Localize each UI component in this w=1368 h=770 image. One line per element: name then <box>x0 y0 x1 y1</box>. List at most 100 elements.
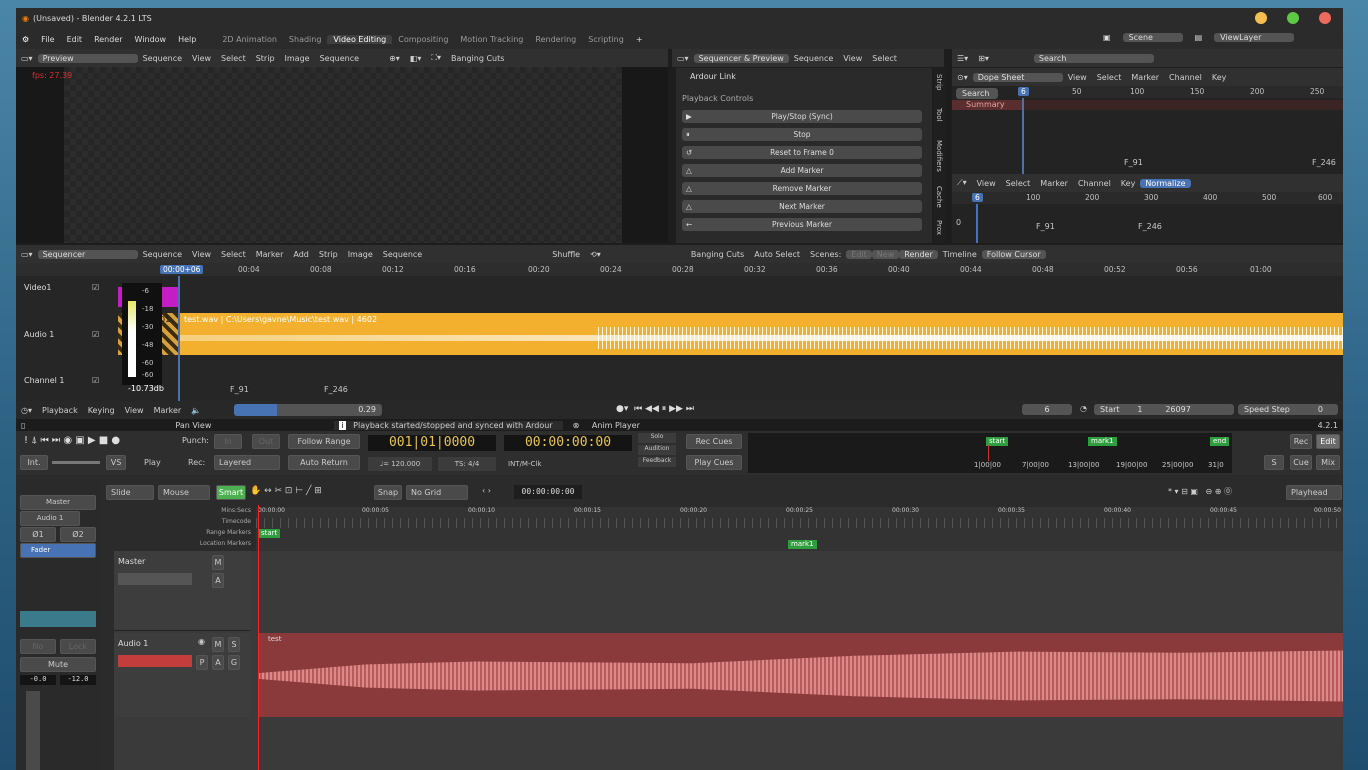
channel-checkbox-icon[interactable]: ☑ <box>92 283 99 292</box>
preview-menu-image[interactable]: Image <box>280 54 315 63</box>
tab-rendering[interactable]: Rendering <box>529 35 582 44</box>
overlay-icon[interactable]: ◧▾ <box>405 54 427 63</box>
tab-video-editing[interactable]: Video Editing <box>327 34 393 44</box>
audio1-g-button[interactable]: G <box>228 655 240 670</box>
outliner-icon[interactable]: ☰▾ <box>952 54 973 63</box>
play-stop-sync-button[interactable]: ▶ Play/Stop (Sync) <box>682 110 922 123</box>
mini-marker-start[interactable]: start <box>986 437 1009 446</box>
menu-help[interactable]: Help <box>172 35 202 44</box>
volume-slider[interactable]: 0.29 <box>234 404 382 416</box>
pivot-icon[interactable]: ⊕▾ <box>384 54 405 63</box>
add-workspace-icon[interactable]: + <box>630 35 649 44</box>
nudge-clock[interactable]: 00:00:00:00 <box>514 485 582 499</box>
graph-menu-view[interactable]: View <box>972 179 1001 188</box>
strip-name-master[interactable]: Master <box>20 495 96 510</box>
editor-type-icon-3[interactable]: ▭▾ <box>16 250 38 259</box>
preview-menu-select[interactable]: Select <box>216 54 251 63</box>
audio1-a-button[interactable]: A <box>212 655 224 670</box>
seq-menu-strip[interactable]: Strip <box>314 250 343 259</box>
mini-marker-mark1[interactable]: mark1 <box>1088 437 1117 446</box>
seq-menu-view[interactable]: View <box>187 250 216 259</box>
speed-step[interactable]: Speed Step 0 <box>1238 404 1338 415</box>
stopwatch-icon[interactable]: ◔ <box>1080 404 1087 413</box>
tab-shading[interactable]: Shading <box>283 35 328 44</box>
int-button[interactable]: Int. <box>20 455 48 470</box>
seq-menu-sequence[interactable]: Sequence <box>378 250 427 259</box>
feedback-indicator[interactable]: Feedback <box>638 457 676 467</box>
nudge-arrows[interactable]: ‹ › <box>482 486 491 495</box>
vs-button[interactable]: VS <box>106 455 126 470</box>
master-fader[interactable] <box>118 573 192 585</box>
new-button[interactable]: New <box>871 249 900 259</box>
tab-prox[interactable]: Prox <box>935 220 943 235</box>
seq-menu-marker[interactable]: Marker <box>251 250 289 259</box>
ardour-link-title[interactable]: Ardour Link <box>690 72 736 81</box>
rec-page-button[interactable]: Rec <box>1290 434 1312 449</box>
dopesheet-menu-view[interactable]: View <box>1063 73 1092 82</box>
dopesheet-summary-row[interactable]: Summary <box>952 100 1022 110</box>
punch-out-button[interactable]: Out <box>252 434 280 449</box>
smart-mode-button[interactable]: Smart <box>216 485 246 500</box>
close-icon[interactable] <box>1319 12 1331 24</box>
audio-strip[interactable]: test.wav | C:\Users\gavne\Music\test.wav… <box>178 313 1343 355</box>
tab-strip[interactable]: Strip <box>935 74 943 90</box>
marker-menu[interactable]: Marker <box>149 406 187 415</box>
tab-2d-animation[interactable]: 2D Animation <box>216 35 283 44</box>
graph-menu-select[interactable]: Select <box>1001 179 1036 188</box>
follow-cursor-button[interactable]: Follow Cursor <box>981 249 1046 259</box>
seq-marker-f246[interactable]: F_246 <box>324 385 348 394</box>
seq-menu-image[interactable]: Image <box>343 250 378 259</box>
dopesheet-search[interactable]: Search <box>956 88 998 99</box>
edit-page-button[interactable]: Edit <box>1316 434 1340 449</box>
master-track-header[interactable]: Master M A <box>114 551 250 631</box>
editor-type-icon[interactable]: ▭▾ <box>16 54 38 63</box>
auto-return-button[interactable]: Auto Return <box>288 455 360 470</box>
tab-cache[interactable]: Cache <box>935 186 943 208</box>
menu-render[interactable]: Render <box>88 35 128 44</box>
fader-processor[interactable]: Fader <box>20 543 96 558</box>
snap-button[interactable]: Snap <box>374 485 402 500</box>
master-a-button[interactable]: A <box>212 573 224 588</box>
audio1-track-name[interactable]: Audio 1 <box>118 639 148 648</box>
edit-mode-select[interactable]: Slide <box>106 485 154 500</box>
seq-marker-f91[interactable]: F_91 <box>230 385 249 394</box>
graph-marker-f246[interactable]: F_246 <box>1138 222 1162 231</box>
transport-icons[interactable]: ! ⍋ ⏮ ⏭ ◉ ▣ ▶ ■ ● <box>24 435 120 446</box>
outliner-display-icon[interactable]: ⊞▾ <box>973 54 994 63</box>
graph-marker-f91[interactable]: F_91 <box>1036 222 1055 231</box>
cue-page-button[interactable]: Cue <box>1290 455 1312 470</box>
dopesheet-marker-f246[interactable]: F_246 <box>1312 158 1336 167</box>
graph-menu-key[interactable]: Key <box>1116 179 1141 188</box>
input-button-2[interactable]: Ø2 <box>60 527 96 542</box>
ripple-mode-select[interactable]: Mouse <box>158 485 210 500</box>
pan-knob[interactable] <box>20 611 96 627</box>
s-button[interactable]: S <box>1264 455 1284 470</box>
audio1-track-header[interactable]: Audio 1 ◉ M S P A G <box>114 633 250 717</box>
channel-video1[interactable]: Video1 <box>24 283 52 292</box>
rec-cues-button[interactable]: Rec Cues <box>686 434 742 449</box>
preview-menu-strip[interactable]: Strip <box>251 54 280 63</box>
graph-editor-icon[interactable]: ⟋▾ <box>952 178 972 188</box>
mini-timeline[interactable]: start mark1 end 1|00|00 7|00|00 13|00|00… <box>748 433 1232 473</box>
channel-checkbox-icon[interactable]: ☑ <box>92 376 99 385</box>
seq-menu-add[interactable]: Add <box>288 250 314 259</box>
keying-menu[interactable]: Keying <box>83 406 120 415</box>
playback-menu[interactable]: Playback <box>37 406 83 415</box>
seq-playhead-time[interactable]: 00:00+06 <box>160 265 204 274</box>
dopesheet-menu-select[interactable]: Select <box>1092 73 1127 82</box>
menu-edit[interactable]: Edit <box>61 35 89 44</box>
preview-mode[interactable]: Sequence <box>138 54 187 63</box>
dopesheet-menu-channel[interactable]: Channel <box>1164 73 1207 82</box>
strip-name-audio[interactable]: Audio 1 <box>20 511 80 526</box>
timeline-editor-icon[interactable]: ◷▾ <box>16 406 37 415</box>
tab-modifiers[interactable]: Modifiers <box>935 140 943 172</box>
view-layer-selector[interactable]: ViewLayer <box>1214 33 1295 42</box>
gain-fader[interactable] <box>26 691 40 770</box>
range-marker-start[interactable]: start <box>258 529 281 538</box>
record-arm-icon[interactable]: ◉ <box>198 637 205 646</box>
timeline-label[interactable]: Timeline <box>938 250 982 259</box>
render-button[interactable]: Render <box>899 249 938 259</box>
mini-marker-end[interactable]: end <box>1210 437 1230 446</box>
channel-audio1[interactable]: Audio 1 <box>24 330 54 339</box>
dopesheet-editor-icon[interactable]: ⊙▾ <box>952 73 973 82</box>
